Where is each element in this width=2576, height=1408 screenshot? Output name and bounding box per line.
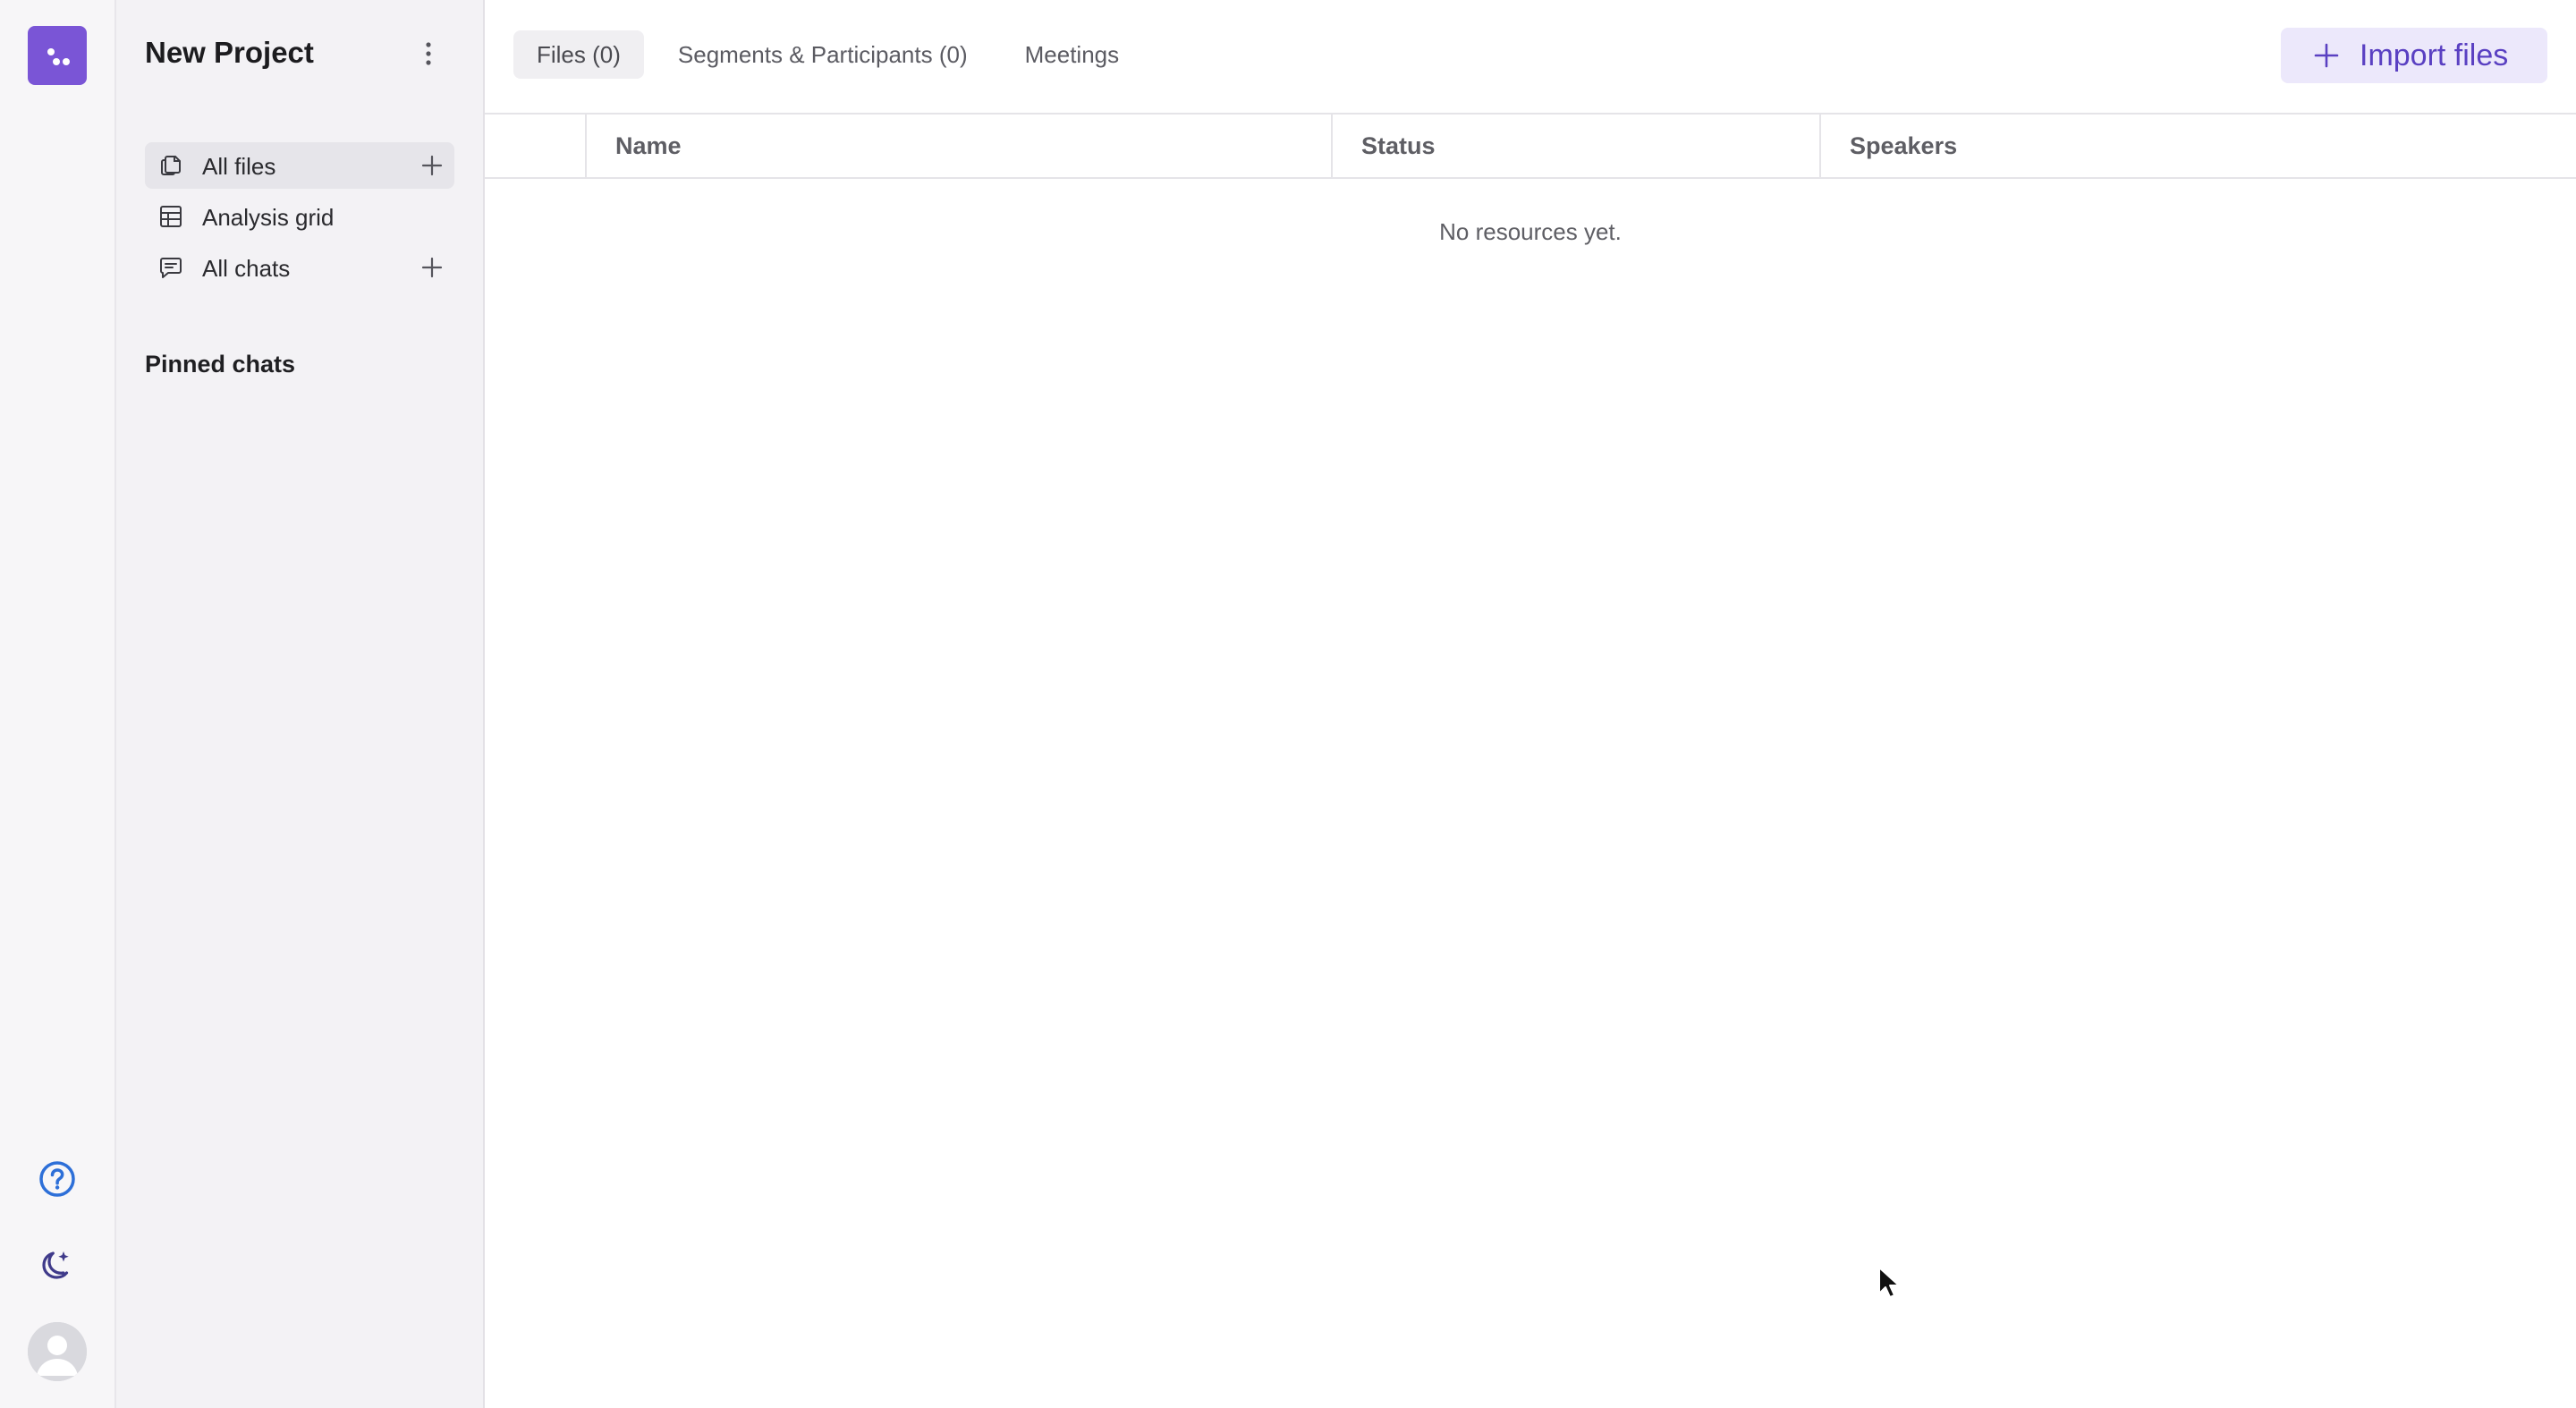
help-button[interactable] bbox=[33, 1155, 81, 1203]
left-rail bbox=[0, 0, 116, 1408]
tab-segments-participants[interactable]: Segments & Participants (0) bbox=[655, 30, 991, 79]
sidebar-item-label: All chats bbox=[202, 255, 291, 282]
column-header-label: Name bbox=[615, 132, 682, 159]
moon-sparkle-icon bbox=[39, 1246, 75, 1282]
column-header-speakers[interactable]: Speakers bbox=[1819, 115, 2576, 177]
empty-state-message: No resources yet. bbox=[1439, 218, 1622, 245]
dots-logo-icon[interactable] bbox=[28, 26, 87, 85]
user-avatar-icon[interactable] bbox=[28, 1322, 87, 1381]
sidebar-item-all-chats[interactable]: All chats bbox=[145, 244, 454, 291]
select-column-header[interactable] bbox=[485, 115, 585, 177]
help-circle-icon bbox=[38, 1159, 77, 1199]
add-chat-button[interactable] bbox=[419, 254, 445, 281]
content-tabs: Files (0) Segments & Participants (0) Me… bbox=[513, 30, 1142, 79]
sidebar-item-label: Analysis grid bbox=[202, 204, 335, 231]
pinned-chats-heading: Pinned chats bbox=[145, 351, 296, 377]
table-header: Name Status Speakers bbox=[485, 113, 2576, 179]
project-sidebar: New Project All files Analysis grid All … bbox=[116, 0, 485, 1408]
theme-toggle-button[interactable] bbox=[33, 1240, 81, 1288]
more-vertical-icon bbox=[424, 40, 433, 72]
chat-icon bbox=[159, 256, 182, 279]
column-header-label: Status bbox=[1361, 132, 1436, 159]
tab-meetings[interactable]: Meetings bbox=[1002, 30, 1143, 79]
column-header-status[interactable]: Status bbox=[1331, 115, 1819, 177]
tab-files[interactable]: Files (0) bbox=[513, 30, 644, 79]
grid-icon bbox=[159, 205, 182, 228]
main-content: Files (0) Segments & Participants (0) Me… bbox=[485, 0, 2576, 1408]
import-files-label: Import files bbox=[2360, 38, 2509, 72]
sidebar-item-all-files[interactable]: All files bbox=[145, 142, 454, 189]
project-title: New Project bbox=[145, 36, 314, 69]
add-file-button[interactable] bbox=[419, 152, 445, 179]
column-header-label: Speakers bbox=[1850, 132, 1958, 159]
app-window: New Project All files Analysis grid All … bbox=[0, 0, 2576, 1408]
column-header-name[interactable]: Name bbox=[585, 115, 1331, 177]
files-icon bbox=[159, 154, 182, 177]
plus-icon bbox=[2313, 42, 2340, 69]
import-files-button[interactable]: Import files bbox=[2281, 28, 2547, 83]
sidebar-item-analysis-grid[interactable]: Analysis grid bbox=[145, 193, 454, 240]
mouse-cursor-icon bbox=[1877, 1266, 1901, 1300]
project-menu-button[interactable] bbox=[415, 38, 442, 73]
sidebar-item-label: All files bbox=[202, 153, 276, 180]
